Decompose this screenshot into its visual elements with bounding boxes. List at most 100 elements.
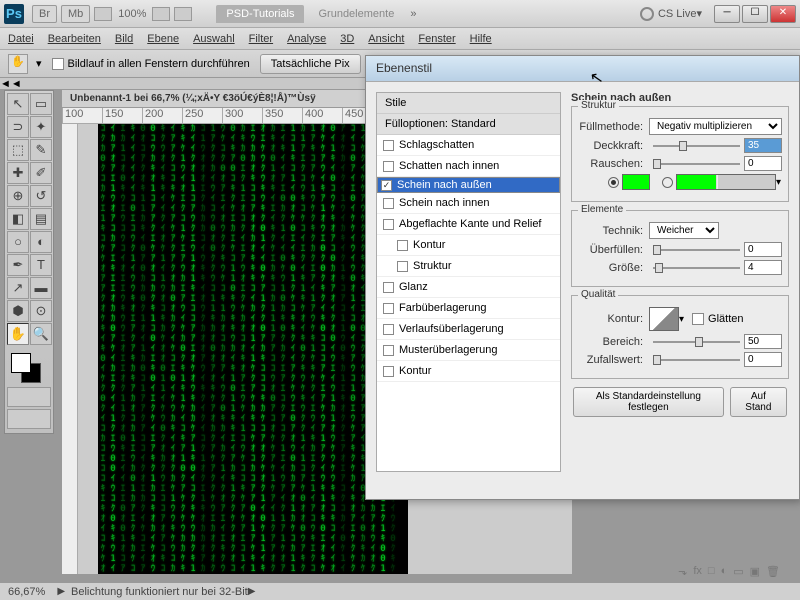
style-checkbox[interactable]	[383, 140, 394, 151]
range-input[interactable]	[744, 334, 782, 349]
noise-input[interactable]	[744, 156, 782, 171]
3d-tool[interactable]: ⬢	[7, 300, 29, 322]
noise-slider[interactable]	[653, 157, 740, 171]
lasso-tool[interactable]: ⊃	[7, 116, 29, 138]
style-item[interactable]: Schatten nach innen	[377, 156, 560, 177]
arrange-select[interactable]	[152, 7, 170, 21]
style-item[interactable]: Verlaufsüberlagerung	[377, 319, 560, 340]
workspace-tab-active[interactable]: PSD-Tutorials	[216, 5, 304, 23]
style-checkbox[interactable]	[383, 282, 394, 293]
zoom-status[interactable]: 66,67%	[8, 586, 45, 598]
menu-auswahl[interactable]: Auswahl	[193, 33, 235, 45]
shape-tool[interactable]: ▬	[30, 277, 52, 299]
eyedropper-tool[interactable]: ✎	[30, 139, 52, 161]
type-tool[interactable]: T	[30, 254, 52, 276]
styles-header[interactable]: Stile	[377, 93, 560, 114]
zoom-tool[interactable]: 🔍	[30, 323, 52, 345]
blendmode-select[interactable]: Negativ multiplizieren	[649, 118, 782, 135]
close-button[interactable]: ✕	[770, 5, 796, 23]
style-checkbox[interactable]: ✓	[381, 180, 392, 191]
reset-default-button[interactable]: Auf Stand	[730, 387, 787, 417]
trash-icon[interactable]: 🗑	[766, 565, 780, 578]
style-item[interactable]: Glanz	[377, 277, 560, 298]
range-slider[interactable]	[653, 335, 740, 349]
style-checkbox[interactable]	[383, 345, 394, 356]
spread-slider[interactable]	[653, 243, 740, 257]
wand-tool[interactable]: ✦	[30, 116, 52, 138]
style-item[interactable]: Kontur	[377, 235, 560, 256]
style-checkbox[interactable]	[383, 303, 394, 314]
technique-select[interactable]: Weicher	[649, 222, 719, 239]
menu-filter[interactable]: Filter	[249, 33, 273, 45]
opacity-input[interactable]	[744, 138, 782, 153]
style-item[interactable]: Struktur	[377, 256, 560, 277]
minibridge-button[interactable]: Mb	[61, 5, 90, 23]
blur-tool[interactable]: ○	[7, 231, 29, 253]
cslive-menu[interactable]: CS Live ▾	[640, 7, 702, 21]
menu-hilfe[interactable]: Hilfe	[470, 33, 492, 45]
gradient-picker[interactable]	[676, 174, 776, 190]
color-swatches[interactable]	[7, 351, 51, 385]
style-item[interactable]: Abgeflachte Kante und Relief	[377, 214, 560, 235]
actual-pixels-button[interactable]: Tatsächliche Pix	[260, 54, 361, 74]
color-swatch[interactable]	[622, 174, 650, 190]
color-radio[interactable]	[608, 177, 619, 188]
jitter-slider[interactable]	[653, 353, 740, 367]
menu-analyse[interactable]: Analyse	[287, 33, 326, 45]
maximize-button[interactable]: ☐	[742, 5, 768, 23]
dodge-tool[interactable]: ◐	[30, 231, 52, 253]
canvas[interactable]: ｺｸｶ0ｸｺｶｹｴ1ｷｺｹｹｵｱｱｸｵｹｷｲｷ0ｲｹｸ0ｸｲｺｶｺｴｺｺｷｴｷｵ…	[98, 124, 408, 574]
style-item[interactable]: Musterüberlagerung	[377, 340, 560, 361]
style-checkbox[interactable]	[383, 366, 394, 377]
move-tool[interactable]: ↖	[7, 93, 29, 115]
adjustment-icon[interactable]: ◐	[721, 565, 728, 578]
menu-datei[interactable]: Datei	[8, 33, 34, 45]
marquee-tool[interactable]: ▭	[30, 93, 52, 115]
hand-tool-icon[interactable]: ✋	[8, 54, 28, 74]
menu-bearbeiten[interactable]: Bearbeiten	[48, 33, 101, 45]
fx-icon[interactable]: fx	[693, 565, 702, 578]
quickmask-toggle[interactable]	[7, 387, 51, 407]
opacity-slider[interactable]	[653, 139, 740, 153]
path-tool[interactable]: ↗	[7, 277, 29, 299]
menu-ansicht[interactable]: Ansicht	[368, 33, 404, 45]
dialog-title[interactable]: Ebenenstil	[366, 56, 799, 82]
gradient-radio[interactable]	[662, 177, 673, 188]
spread-input[interactable]	[744, 242, 782, 257]
jitter-input[interactable]	[744, 352, 782, 367]
foreground-swatch[interactable]	[11, 353, 31, 373]
pen-tool[interactable]: ✒	[7, 254, 29, 276]
new-icon[interactable]: ▣	[750, 565, 760, 578]
antialias-checkbox[interactable]	[692, 313, 704, 325]
history-brush-tool[interactable]: ↺	[30, 185, 52, 207]
size-input[interactable]	[744, 260, 782, 275]
size-slider[interactable]	[653, 261, 740, 275]
extras-select[interactable]	[174, 7, 192, 21]
blend-options-header[interactable]: Füllоptionen: Standard	[377, 114, 560, 135]
style-item[interactable]: Schein nach innen	[377, 193, 560, 214]
style-item[interactable]: Kontur	[377, 361, 560, 382]
crop-tool[interactable]: ⬚	[7, 139, 29, 161]
style-checkbox[interactable]	[383, 161, 394, 172]
eraser-tool[interactable]: ◧	[7, 208, 29, 230]
screenmode-toggle[interactable]	[7, 409, 51, 429]
hand-tool[interactable]: ✋	[7, 323, 29, 345]
style-item[interactable]: Farbüberlagerung	[377, 298, 560, 319]
style-checkbox[interactable]	[397, 261, 408, 272]
folder-icon[interactable]: ▭	[733, 565, 743, 578]
style-checkbox[interactable]	[397, 240, 408, 251]
minimize-button[interactable]: ─	[714, 5, 740, 23]
more-workspaces[interactable]: »	[410, 8, 416, 20]
scroll-all-checkbox[interactable]	[52, 58, 64, 70]
stamp-tool[interactable]: ⊕	[7, 185, 29, 207]
link-icon[interactable]: ⬎	[678, 565, 687, 578]
gradient-tool[interactable]: ▤	[30, 208, 52, 230]
contour-picker[interactable]	[649, 307, 679, 331]
zoom-value[interactable]: 100%	[118, 8, 146, 20]
camera-tool[interactable]: ⊙	[30, 300, 52, 322]
make-default-button[interactable]: Als Standardeinstellung festlegen	[573, 387, 724, 417]
bridge-button[interactable]: Br	[32, 5, 57, 23]
heal-tool[interactable]: ✚	[7, 162, 29, 184]
menu-3d[interactable]: 3D	[340, 33, 354, 45]
style-item[interactable]: Schlagschatten	[377, 135, 560, 156]
